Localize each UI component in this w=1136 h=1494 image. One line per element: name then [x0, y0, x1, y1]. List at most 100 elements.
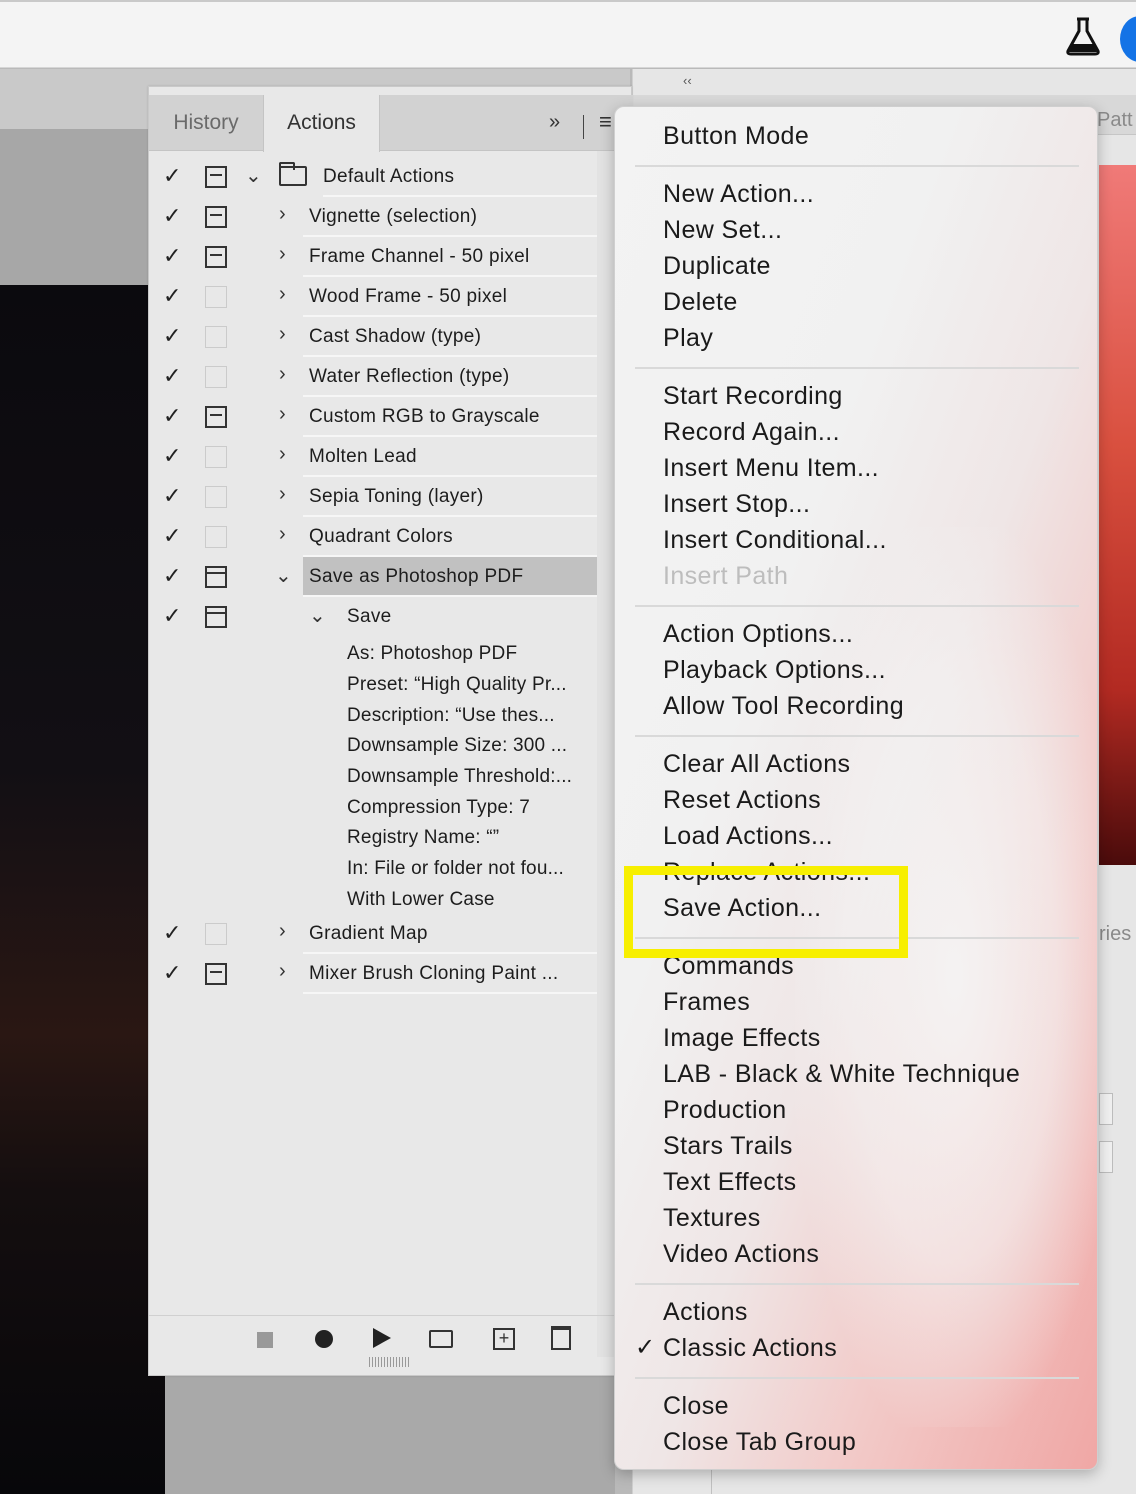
user-avatar[interactable] [1120, 16, 1136, 62]
checkmark-icon[interactable]: ✓ [163, 243, 181, 269]
chevron-right-icon[interactable]: › [279, 483, 286, 506]
dialog-toggle-icon[interactable] [205, 446, 227, 468]
resize-grip[interactable] [369, 1357, 409, 1367]
tab-actions[interactable]: Actions [263, 95, 380, 152]
menu-item-replace-actions[interactable]: Replace Actions... [663, 854, 870, 890]
dock-field[interactable] [1099, 1141, 1113, 1173]
chevron-right-icon[interactable]: › [279, 283, 286, 306]
chevron-down-icon[interactable]: ⌄ [309, 603, 326, 628]
menu-item-start-recording[interactable]: Start Recording [663, 378, 843, 414]
menu-item-insert-conditional[interactable]: Insert Conditional... [663, 522, 887, 558]
menu-item-close[interactable]: Close [663, 1388, 729, 1424]
checkmark-icon[interactable]: ✓ [163, 283, 181, 309]
action-row[interactable]: ✓ › Custom RGB to Grayscale [149, 397, 633, 437]
action-row[interactable]: ✓ › Cast Shadow (type) [149, 317, 633, 357]
action-step-row[interactable]: ✓ ⌄ Save [149, 597, 633, 637]
menu-item-button-mode[interactable]: Button Mode [663, 118, 809, 154]
chevron-down-icon[interactable]: ⌄ [275, 563, 292, 588]
menu-item-insert-menu-item[interactable]: Insert Menu Item... [663, 450, 879, 486]
collapse-panel-button[interactable]: » [549, 111, 560, 134]
menu-item-play[interactable]: Play [663, 320, 713, 356]
dialog-toggle-icon[interactable] [205, 566, 227, 588]
menu-item-load-actions[interactable]: Load Actions... [663, 818, 833, 854]
menu-item-playback-options[interactable]: Playback Options... [663, 652, 886, 688]
dialog-toggle-icon[interactable] [205, 526, 227, 548]
dialog-toggle-icon[interactable] [205, 326, 227, 348]
menu-item-close-tab-group[interactable]: Close Tab Group [663, 1424, 856, 1460]
checkmark-icon[interactable]: ✓ [163, 920, 181, 946]
chevron-right-icon[interactable]: › [279, 523, 286, 546]
new-action-icon[interactable]: + [493, 1328, 515, 1350]
checkmark-icon[interactable]: ✓ [163, 323, 181, 349]
checkmark-icon[interactable]: ✓ [163, 523, 181, 549]
dock-field[interactable] [1099, 1093, 1113, 1125]
record-icon[interactable] [315, 1330, 333, 1348]
action-row-selected[interactable]: ✓ ⌄ Save as Photoshop PDF [149, 557, 633, 597]
dialog-toggle-icon[interactable] [205, 286, 227, 308]
play-icon[interactable] [373, 1328, 391, 1348]
menu-item-save-action[interactable]: Save Action... [663, 890, 821, 926]
tab-libraries[interactable]: ries [1099, 923, 1131, 946]
chevron-right-icon[interactable]: › [279, 403, 286, 426]
checkmark-icon[interactable]: ✓ [163, 363, 181, 389]
menu-item-set[interactable]: Commands [663, 948, 794, 984]
dialog-toggle-icon[interactable] [205, 486, 227, 508]
action-set-row[interactable]: ✓ ⌄ Default Actions [149, 157, 633, 197]
dialog-toggle-icon[interactable] [205, 246, 227, 268]
action-row[interactable]: ✓ › Frame Channel - 50 pixel [149, 237, 633, 277]
chevron-right-icon[interactable]: › [279, 243, 286, 266]
checkmark-icon[interactable]: ✓ [163, 603, 181, 629]
chevron-down-icon[interactable]: ⌄ [245, 163, 262, 188]
menu-item-set[interactable]: Video Actions [663, 1236, 819, 1272]
checkmark-icon[interactable]: ✓ [163, 403, 181, 429]
menu-item-set[interactable]: Frames [663, 984, 750, 1020]
chevron-right-icon[interactable]: › [279, 443, 286, 466]
dialog-toggle-icon[interactable] [205, 206, 227, 228]
menu-item-set[interactable]: Production [663, 1092, 787, 1128]
menu-item-allow-tool-recording[interactable]: Allow Tool Recording [663, 688, 904, 724]
dialog-toggle-icon[interactable] [205, 366, 227, 388]
menu-item-insert-stop[interactable]: Insert Stop... [663, 486, 810, 522]
checkmark-icon[interactable]: ✓ [163, 483, 181, 509]
checkmark-icon[interactable]: ✓ [163, 163, 181, 189]
checkmark-icon[interactable]: ✓ [163, 960, 181, 986]
menu-item-classic-actions[interactable]: Classic Actions [663, 1330, 837, 1366]
menu-item-new-set[interactable]: New Set... [663, 212, 782, 248]
dialog-toggle-icon[interactable] [205, 606, 227, 628]
checkmark-icon[interactable]: ✓ [163, 443, 181, 469]
menu-item-set[interactable]: Image Effects [663, 1020, 821, 1056]
dialog-toggle-icon[interactable] [205, 923, 227, 945]
new-set-folder-icon[interactable] [429, 1330, 453, 1348]
menu-item-reset-actions[interactable]: Reset Actions [663, 782, 821, 818]
action-row[interactable]: ✓ › Mixer Brush Cloning Paint ... [149, 954, 633, 994]
menu-item-set[interactable]: Textures [663, 1200, 761, 1236]
action-row[interactable]: ✓ › Sepia Toning (layer) [149, 477, 633, 517]
menu-item-duplicate[interactable]: Duplicate [663, 248, 771, 284]
menu-item-set[interactable]: Text Effects [663, 1164, 797, 1200]
document-canvas[interactable] [0, 285, 170, 1494]
action-row[interactable]: ✓ › Vignette (selection) [149, 197, 633, 237]
action-row[interactable]: ✓ › Quadrant Colors [149, 517, 633, 557]
menu-item-set[interactable]: Stars Trails [663, 1128, 793, 1164]
dialog-toggle-icon[interactable] [205, 166, 227, 188]
checkmark-icon[interactable]: ✓ [163, 563, 181, 589]
dock-collapse-button[interactable]: ‹‹ [683, 73, 692, 88]
menu-item-record-again[interactable]: Record Again... [663, 414, 840, 450]
tab-history[interactable]: History [149, 95, 263, 151]
chevron-right-icon[interactable]: › [279, 960, 286, 983]
dialog-toggle-icon[interactable] [205, 406, 227, 428]
checkmark-icon[interactable]: ✓ [163, 203, 181, 229]
menu-item-actions[interactable]: Actions [663, 1294, 748, 1330]
chevron-right-icon[interactable]: › [279, 203, 286, 226]
action-row[interactable]: ✓ › Wood Frame - 50 pixel [149, 277, 633, 317]
chevron-right-icon[interactable]: › [279, 920, 286, 943]
chevron-right-icon[interactable]: › [279, 323, 286, 346]
menu-item-clear-all-actions[interactable]: Clear All Actions [663, 746, 850, 782]
action-row[interactable]: ✓ › Water Reflection (type) [149, 357, 633, 397]
tab-patterns[interactable]: Patt [1097, 109, 1133, 132]
action-row[interactable]: ✓ › Gradient Map [149, 914, 633, 954]
stop-icon[interactable] [257, 1332, 273, 1348]
menu-item-action-options[interactable]: Action Options... [663, 616, 853, 652]
flask-icon[interactable] [1064, 16, 1102, 56]
menu-item-set[interactable]: LAB - Black & White Technique [663, 1056, 1020, 1092]
